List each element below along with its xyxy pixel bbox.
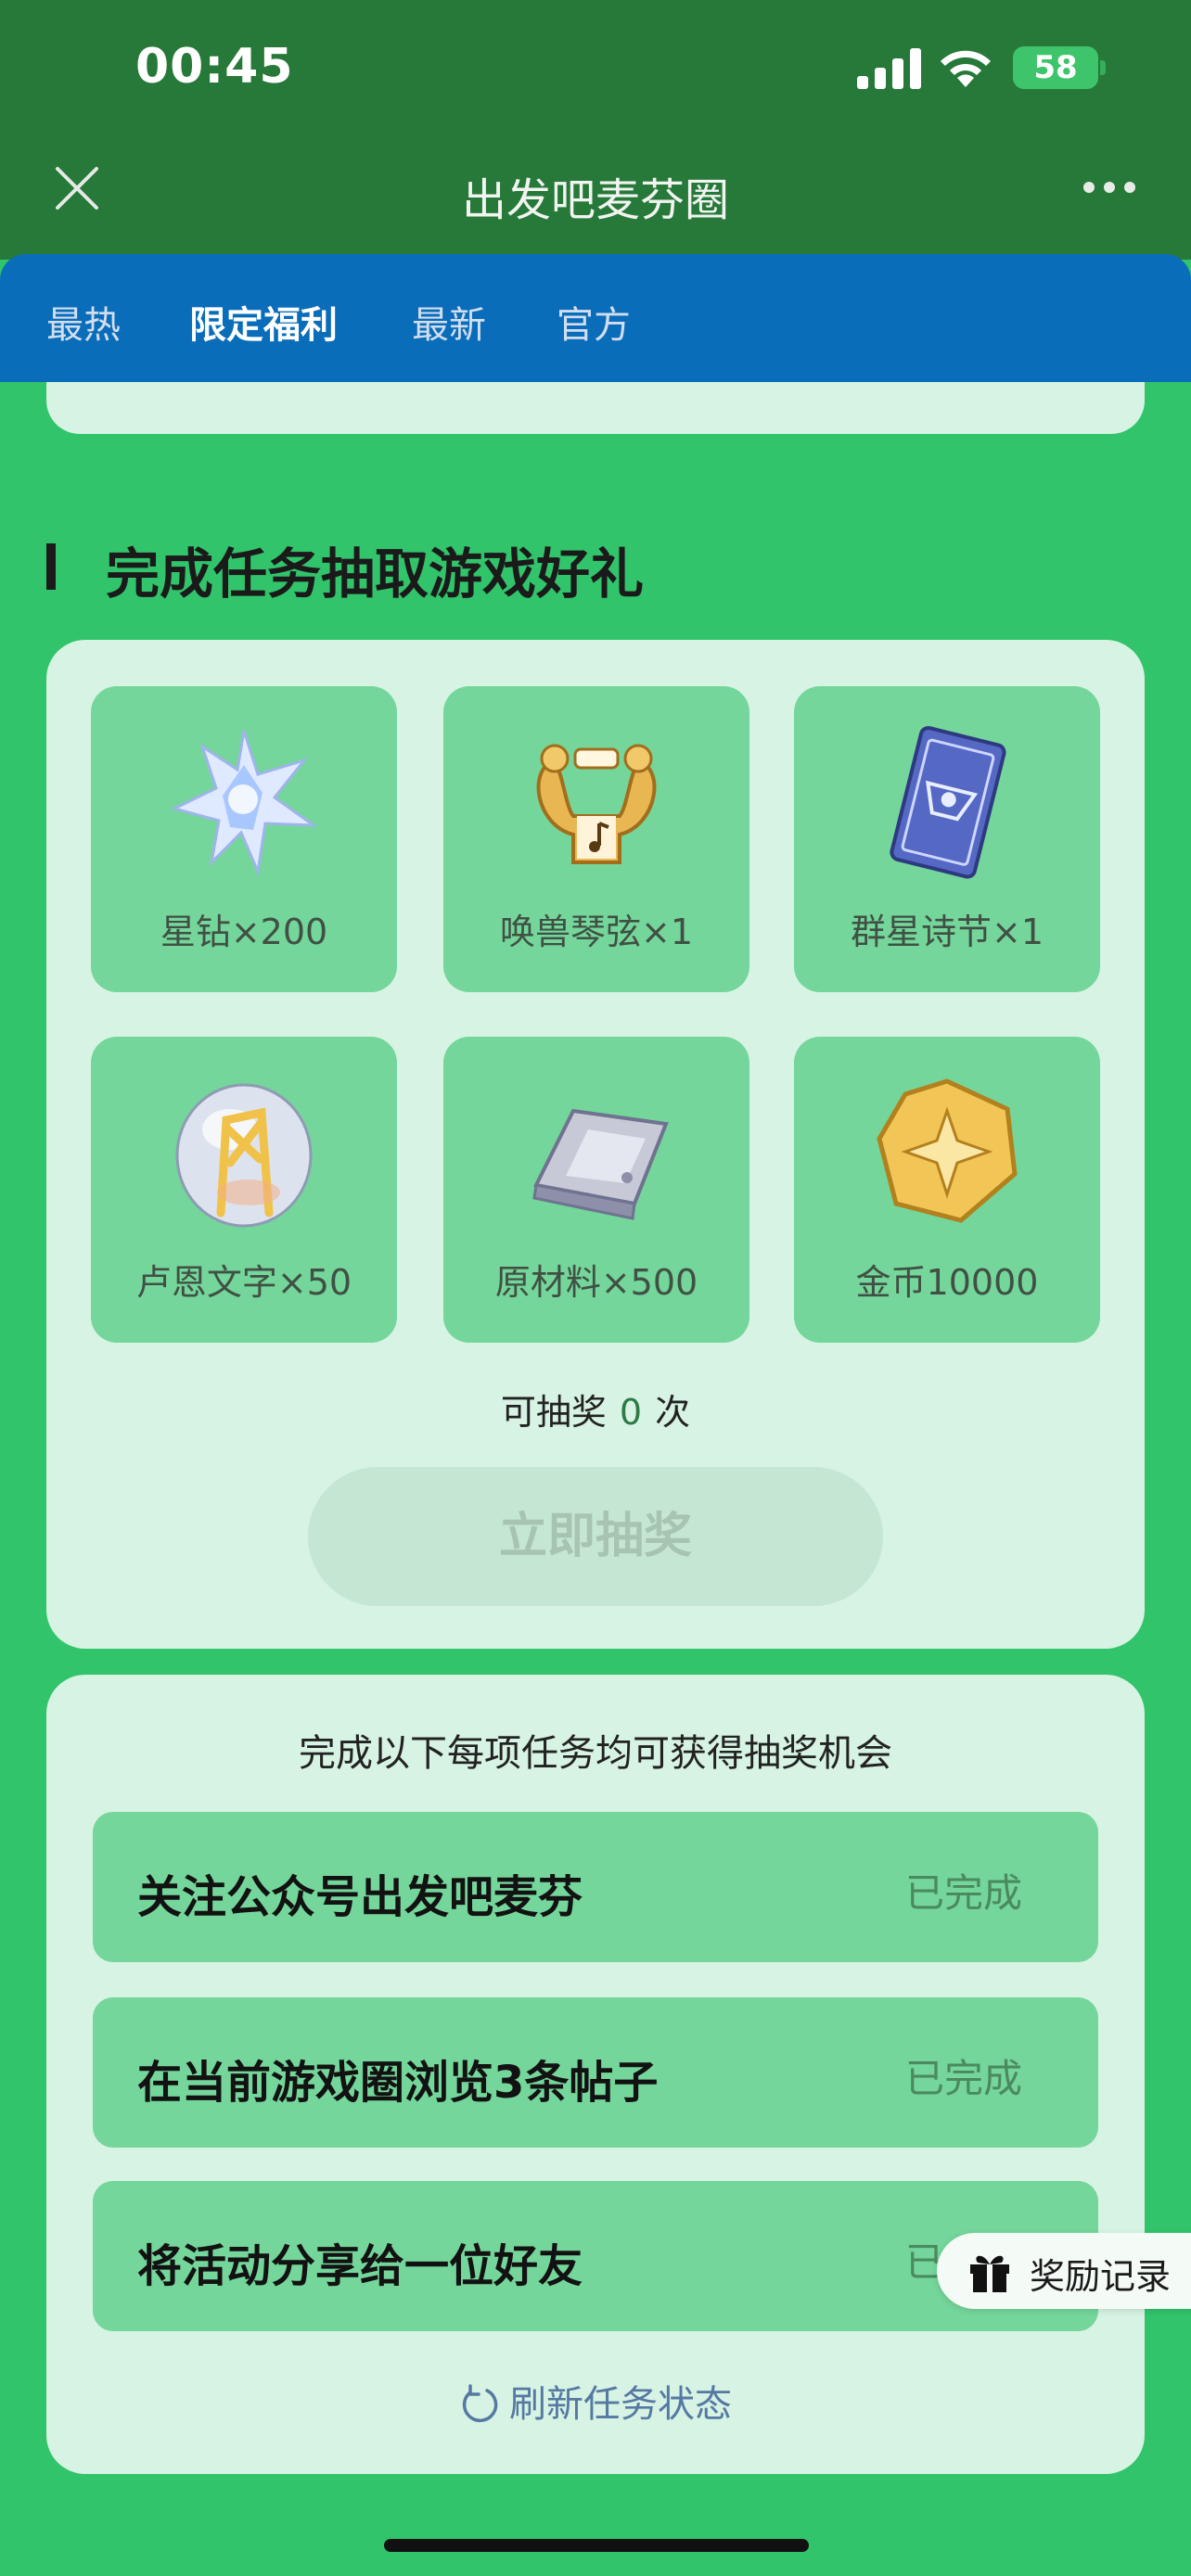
task-item[interactable]: 在当前游戏圈浏览3条帖子 已完成 [93,1997,1098,2148]
more-options-button[interactable] [1083,182,1141,200]
ingot-icon [532,1108,669,1220]
prize-label: 唤兽琴弦×1 [499,912,694,952]
prize-label: 群星诗节×1 [850,912,1044,952]
prize-tile-lyre[interactable]: 唤兽琴弦×1 [443,686,749,992]
draw-count-suffix: 次 [655,1392,691,1433]
cellular-signal-icon [857,48,921,89]
wifi-icon [941,50,991,87]
task-status: 已完成 [904,1870,1022,1916]
previous-card-bottom [46,382,1145,434]
prize-label: 星钻×200 [160,912,328,952]
gift-icon [970,2255,1009,2292]
draw-count-number: 0 [619,1392,643,1433]
task-name: 将活动分享给一位好友 [137,2240,583,2292]
page-title: 出发吧麦芬圈 [461,174,729,226]
battery-cap [1100,60,1106,75]
prize-tile-ingot[interactable]: 原材料×500 [443,1037,749,1343]
prize-tile-star-diamond[interactable]: 星钻×200 [91,686,397,992]
task-name: 关注公众号出发吧麦芬 [137,1871,583,1923]
star-diamond-icon [170,730,318,877]
prize-label: 原材料×500 [494,1262,698,1303]
section-title: 完成任务抽取游戏好礼 [106,542,645,606]
reward-record-label: 奖励记录 [1030,2256,1172,2297]
app-header: 00:45 58 出发吧麦芬圈 [0,0,1191,260]
draw-count-prefix: 可抽奖 [500,1392,607,1433]
prize-label: 金币10000 [855,1262,1039,1303]
prize-tile-star-card[interactable]: 群星诗节×1 [794,686,1100,992]
draw-count-text: 可抽奖 0 次 [46,1384,1145,1435]
tab-limited-benefits[interactable]: 限定福利 [189,295,338,349]
tab-latest[interactable]: 最新 [412,295,486,349]
task-status: 已完成 [904,2056,1022,2101]
tab-official[interactable]: 官方 [557,295,631,349]
reward-record-button[interactable]: 奖励记录 [937,2233,1191,2309]
more-dot-icon [1124,182,1135,193]
home-indicator [384,2539,809,2552]
more-dot-icon [1083,182,1095,193]
task-name: 在当前游戏圈浏览3条帖子 [137,2057,659,2109]
refresh-task-status-button[interactable]: 刷新任务状态 [46,2374,1145,2428]
draw-now-button[interactable]: 立即抽奖 [308,1467,883,1606]
tab-hot[interactable]: 最热 [46,295,121,349]
gold-coin-icon [877,1078,1018,1223]
refresh-label: 刷新任务状态 [509,2383,732,2426]
rune-orb-icon [175,1083,313,1228]
more-dot-icon [1104,182,1115,193]
prize-label: 卢恩文字×50 [135,1262,352,1303]
section-marker [46,543,56,590]
task-item[interactable]: 关注公众号出发吧麦芬 已完成 [93,1812,1098,1962]
prize-tile-gold-coin[interactable]: 金币10000 [794,1037,1100,1343]
status-time: 00:45 [135,39,294,95]
task-heading: 完成以下每项任务均可获得抽奖机会 [299,1732,892,1775]
star-card-icon [890,725,1006,879]
prize-tile-rune[interactable]: 卢恩文字×50 [91,1037,397,1343]
battery-level: 58 [1033,49,1078,86]
refresh-icon [462,2384,498,2422]
prize-card: 星钻×200 唤兽琴弦×1 群星诗节×1 卢恩文字×50 原材料×500 金币1… [46,640,1145,1649]
lyre-icon [536,744,657,864]
task-card: 完成以下每项任务均可获得抽奖机会 关注公众号出发吧麦芬 已完成 在当前游戏圈浏览… [46,1675,1145,2474]
tab-bar: 最热 限定福利 最新 官方 [0,254,1191,382]
